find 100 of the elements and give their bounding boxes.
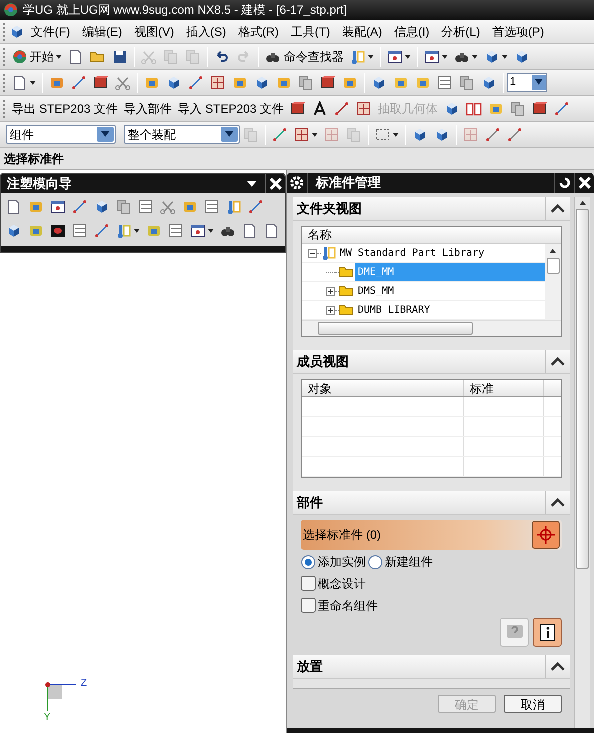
selection-row[interactable]: 选择标准件 (0) [301, 520, 562, 550]
mold-tool-icon [6, 199, 22, 215]
toolbar-text-button[interactable]: 导出 STEP203 文件 [9, 98, 122, 120]
dialog-title: 标准件管理 [316, 174, 382, 192]
mold-tool-icon [226, 199, 242, 215]
app-icon [3, 2, 19, 18]
tree-item[interactable]: MW Standard Part Library [337, 244, 488, 262]
checkbox[interactable] [301, 598, 316, 613]
menu-item[interactable]: 文件(F) [25, 22, 76, 40]
caret-icon [472, 54, 478, 58]
scrollbar[interactable] [302, 320, 561, 336]
toolbar-text-button[interactable]: 导入部件 [121, 98, 176, 120]
section-header[interactable]: 部件 [293, 491, 570, 515]
dropdown-arrow-icon[interactable] [247, 180, 257, 186]
mold-tool-icon [72, 199, 88, 215]
line-icon [334, 100, 350, 116]
mold-tool-icon [6, 223, 22, 239]
analysis-icon [437, 74, 453, 90]
start-button[interactable]: 开始 [9, 46, 65, 68]
menu-item[interactable]: 格式(R) [232, 22, 285, 40]
caret-icon [30, 80, 36, 84]
close-icon [578, 177, 590, 189]
scrollbar[interactable] [545, 244, 561, 320]
tool-icon [466, 100, 482, 116]
column-header[interactable]: 名称 [308, 226, 332, 244]
analysis-icon [459, 74, 475, 90]
axis-label: Z [81, 677, 88, 691]
section-header[interactable]: 文件夹视图 [293, 197, 570, 221]
mold-tool-icon [190, 223, 206, 239]
feature-icon [298, 74, 314, 90]
feature-icon [210, 74, 226, 90]
settings-icon[interactable] [290, 176, 304, 190]
axis-label: Y [44, 711, 51, 725]
scope-dropdown[interactable]: 整个装配 [124, 125, 240, 144]
section-title: 成员视图 [296, 352, 350, 371]
checkbox-option[interactable]: 重命名组件 [301, 596, 562, 615]
toolbar-grip[interactable] [3, 74, 6, 92]
section-title: 文件夹视图 [296, 200, 363, 218]
menu-item[interactable]: 装配(A) [336, 22, 388, 40]
mold-tool-icon [138, 199, 154, 215]
sketch-icon [12, 74, 28, 90]
close-button[interactable] [265, 174, 285, 193]
column-header[interactable]: 标准 [464, 380, 544, 396]
mold-tool-icon [204, 199, 220, 215]
checkbox-option[interactable]: 概念设计 [301, 574, 562, 593]
radio-button[interactable] [301, 554, 316, 570]
menu-item[interactable]: 插入(S) [180, 22, 232, 40]
toolbar-grip[interactable] [3, 100, 6, 118]
points-icon [356, 100, 372, 116]
tree-item[interactable]: DMS_MM [355, 282, 398, 300]
cut-icon [141, 48, 157, 64]
layer-field[interactable]: 1 [507, 73, 547, 92]
scrollbar[interactable] [574, 197, 590, 728]
scrollbar-thumb[interactable] [546, 258, 560, 274]
select-object-button[interactable] [532, 521, 560, 549]
section-title: 放置 [296, 658, 324, 676]
mold-tool-icon [160, 199, 176, 215]
close-button[interactable] [574, 173, 594, 193]
shaded-icon [434, 126, 450, 142]
expand-toggle-icon[interactable] [326, 306, 335, 314]
tree-item[interactable]: DUMB LIBRARY [355, 301, 434, 319]
dialog-button[interactable]: 取消 [504, 695, 562, 713]
analysis-icon [481, 74, 497, 90]
caret-icon [393, 132, 399, 136]
snap-icon [294, 126, 310, 142]
info-icon [538, 624, 556, 642]
tool-icon [510, 100, 526, 116]
window-title: 学UG 就上UG网 www.9sug.com NX8.5 - 建模 - [6-17_stp.prt] [23, 2, 348, 19]
radio-button[interactable] [368, 554, 383, 570]
menu-item[interactable]: 工具(T) [285, 22, 336, 40]
info-button[interactable] [533, 618, 562, 647]
section-header[interactable]: 放置 [293, 655, 570, 679]
menu-item[interactable]: 首选项(P) [486, 22, 550, 40]
filter-dropdown[interactable]: 组件 [6, 125, 116, 144]
menu-item[interactable]: 分析(L) [436, 22, 486, 40]
radio-option[interactable]: 新建组件 [368, 553, 433, 571]
expand-toggle-icon[interactable] [326, 286, 335, 296]
toolbar-text-button[interactable]: 导入 STEP203 文件 [175, 98, 288, 120]
radio-option[interactable]: 添加实例 [301, 553, 366, 571]
caret-icon [502, 54, 508, 58]
menu-item[interactable]: 视图(V) [128, 22, 180, 40]
mold-tool-icon [72, 223, 88, 239]
menu-item[interactable]: 信息(I) [388, 22, 436, 40]
crosshair-icon [536, 525, 556, 545]
column-header[interactable]: 对象 [302, 380, 464, 396]
app-logo-icon [9, 24, 25, 40]
mold-tool-icon [146, 223, 162, 239]
menu-item[interactable]: 编辑(E) [76, 22, 128, 40]
checkbox[interactable] [301, 576, 316, 591]
save-icon [112, 48, 128, 64]
feature-icon [166, 74, 182, 90]
mold-tool-icon [50, 199, 66, 215]
mold-tool-icon [116, 199, 132, 215]
mold-tool-icon [28, 223, 44, 239]
section-header[interactable]: 成员视图 [293, 350, 570, 374]
collapse-toggle-icon[interactable] [308, 248, 317, 258]
command-finder-button[interactable]: 命令查找器 [262, 46, 347, 68]
toolbar-grip[interactable] [3, 22, 6, 40]
start-icon [12, 48, 28, 64]
toolbar-grip[interactable] [3, 48, 6, 66]
